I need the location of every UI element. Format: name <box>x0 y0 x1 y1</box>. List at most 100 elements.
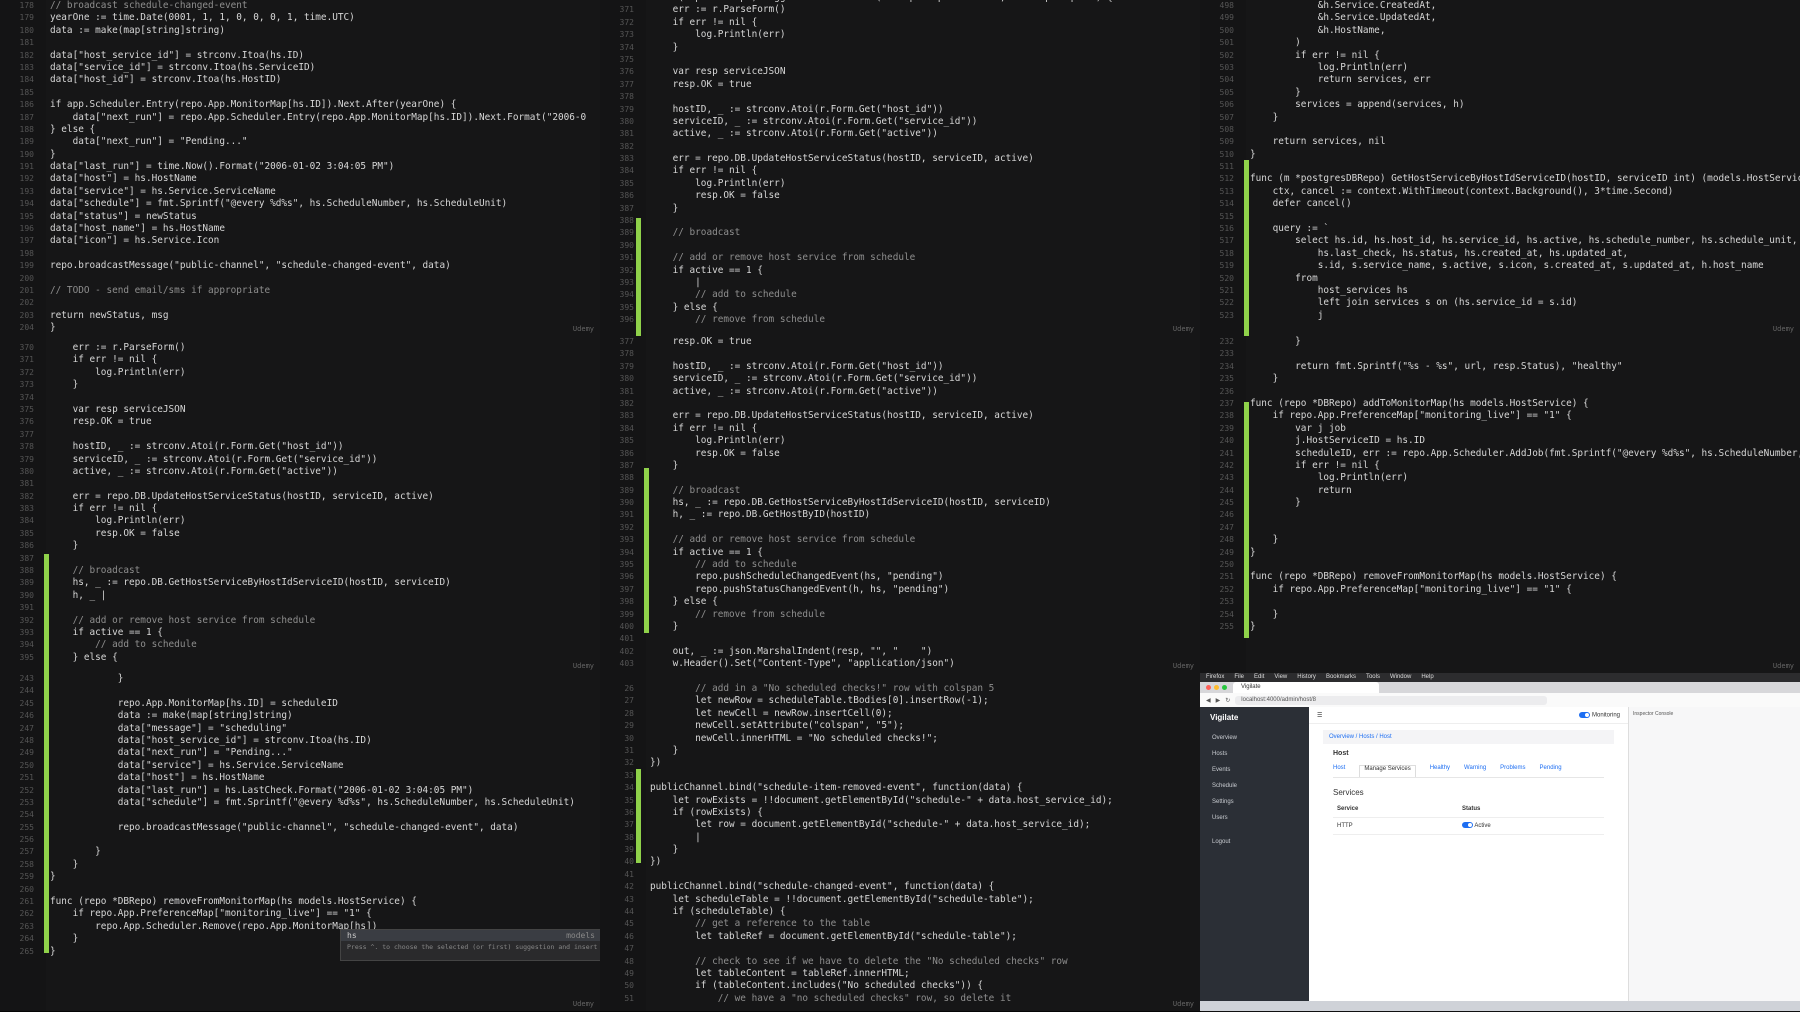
editor-pane-middle-left[interactable]: 370 err := r.ParseForm() 371 if err != ni… <box>0 336 601 674</box>
code-text[interactable]: if err != nil { <box>1250 50 1380 61</box>
code-lines[interactable]: 178// broadcast schedule-changed-event 17… <box>0 0 600 335</box>
code-line[interactable]: 247 data["message"] = "scheduling" <box>0 723 600 735</box>
code-line[interactable]: 385 log.Println(err) <box>600 435 1200 447</box>
code-text[interactable]: scheduleID, err := repo.App.Scheduler.Ad… <box>1250 448 1800 459</box>
code-line[interactable]: 380 serviceID, _ := strconv.Atoi(r.Form.… <box>600 373 1200 385</box>
code-text[interactable]: // broadcast <box>50 565 141 576</box>
code-line[interactable]: 382 <box>600 398 1200 410</box>
editor-pane-top-right[interactable]: 498 &h.Service.CreatedAt, 499 &h.Service.… <box>1200 0 1800 337</box>
code-line[interactable]: 378 hostID, _ := strconv.Atoi(r.Form.Get… <box>0 441 600 453</box>
code-line[interactable]: 44 if (scheduleTable) { <box>600 906 1200 918</box>
menu-icon[interactable]: ☰ <box>1317 712 1322 719</box>
code-line[interactable]: 371 if err != nil { <box>0 354 600 366</box>
code-text[interactable]: if err != nil { <box>650 165 758 176</box>
code-text[interactable]: host_services hs <box>1250 285 1408 296</box>
code-text[interactable]: query := ` <box>1250 223 1329 234</box>
code-text[interactable]: err = repo.DB.UpdateHostServiceStatus(ho… <box>50 491 434 502</box>
code-text[interactable]: // we have a "no scheduled checks" row, … <box>650 993 1012 1004</box>
code-text[interactable]: } <box>1250 497 1301 508</box>
code-line[interactable]: 396 // remove from schedule <box>600 314 1200 326</box>
code-line[interactable]: 522 left join services s on (hs.service_… <box>1200 297 1800 309</box>
tab-host[interactable]: Host <box>1333 765 1345 777</box>
code-text[interactable]: j <box>1250 310 1324 321</box>
code-text[interactable]: } else { <box>50 124 95 135</box>
code-line[interactable]: 385 log.Println(err) <box>600 178 1200 190</box>
code-text[interactable]: repo.App.MonitorMap[hs.ID] = scheduleID <box>50 698 338 709</box>
code-line[interactable]: 398 } else { <box>600 596 1200 608</box>
code-line[interactable]: 387 } <box>600 203 1200 215</box>
code-line[interactable]: 395 // add to schedule <box>600 559 1200 571</box>
code-line[interactable]: 255} <box>1200 621 1800 633</box>
sidebar-item-schedule[interactable]: Schedule <box>1200 778 1309 794</box>
code-line[interactable]: 381 active, _ := strconv.Atoi(r.Form.Get… <box>600 386 1200 398</box>
code-text[interactable]: return services, nil <box>1250 136 1386 147</box>
code-text[interactable]: } <box>50 846 101 857</box>
code-line[interactable]: 400 } <box>600 621 1200 633</box>
code-text[interactable]: log.Println(err) <box>650 435 785 446</box>
tab-healthy[interactable]: Healthy <box>1430 765 1450 777</box>
code-lines[interactable]: 232 } 233 234 return fmt.Sprintf("%s - %s"… <box>1200 336 1800 633</box>
sidebar-item-settings[interactable]: Settings <box>1200 794 1309 810</box>
code-text[interactable]: var resp serviceJSON <box>650 66 786 77</box>
code-lines[interactable]: 243 } 244 245 repo.App.MonitorMap[hs.ID] =… <box>0 673 600 958</box>
code-line[interactable]: 258 } <box>0 859 600 871</box>
code-line[interactable]: 256 <box>0 834 600 846</box>
code-text[interactable]: var resp serviceJSON <box>50 404 186 415</box>
code-line[interactable]: 260 <box>0 884 600 896</box>
code-line[interactable]: 31 } <box>600 745 1200 757</box>
code-text[interactable]: hostID, _ := strconv.Atoi(r.Form.Get("ho… <box>650 361 944 372</box>
code-text[interactable]: data["message"] = "scheduling" <box>50 723 287 734</box>
code-line[interactable]: 370 err := r.ParseForm() <box>0 342 600 354</box>
code-line[interactable]: 180 data := make(map[string]string) <box>0 25 600 37</box>
code-line[interactable]: 506 services = append(services, h) <box>1200 99 1800 111</box>
code-text[interactable]: } <box>650 844 679 855</box>
code-line[interactable]: 376 resp.OK = true <box>0 416 600 428</box>
code-text[interactable]: data["icon"] = hs.Service.Icon <box>50 235 219 246</box>
menu-item[interactable]: Help <box>1421 673 1433 682</box>
code-line[interactable]: 40}) <box>600 856 1200 868</box>
code-text[interactable]: return <box>1250 485 1352 496</box>
sidebar-item-logout[interactable]: Logout <box>1200 834 1309 850</box>
code-text[interactable]: // add to schedule <box>50 639 197 650</box>
code-line[interactable]: 498 &h.Service.CreatedAt, <box>1200 0 1800 12</box>
code-text[interactable]: repo.pushScheduleChangedEvent(hs, "pendi… <box>650 571 943 582</box>
code-lines[interactable]: 26 // add in a "No scheduled checks!" ro… <box>600 683 1200 1005</box>
code-line[interactable]: 186 if app.Scheduler.Entry(repo.App.Monit… <box>0 99 600 111</box>
code-line[interactable]: 389 // broadcast <box>600 485 1200 497</box>
code-line[interactable]: 393 // add or remove host service from s… <box>600 534 1200 546</box>
code-line[interactable]: 391 // add or remove host service from s… <box>600 252 1200 264</box>
code-line[interactable]: 187 data["next_run"] = repo.App.Schedule… <box>0 112 600 124</box>
code-text[interactable]: log.Println(err) <box>650 29 785 40</box>
code-line[interactable]: 240 j.HostServiceID = hs.ID <box>1200 435 1800 447</box>
forward-icon[interactable]: ▶ <box>1216 697 1221 704</box>
code-line[interactable]: 394 // add to schedule <box>0 639 600 651</box>
code-text[interactable]: if (scheduleTable) { <box>650 906 786 917</box>
code-line[interactable]: 519 s.id, s.service_name, s.active, s.ic… <box>1200 260 1800 272</box>
code-text[interactable]: data["last_run"] = time.Now().Format("20… <box>50 161 394 172</box>
code-text[interactable]: repo.broadcastMessage("public-channel", … <box>50 260 451 271</box>
code-line[interactable]: 503 log.Println(err) <box>1200 62 1800 74</box>
code-line[interactable]: 190} <box>0 149 600 161</box>
code-text[interactable]: } <box>1250 373 1279 384</box>
code-text[interactable]: let newCell = newRow.insertCell(0); <box>650 708 893 719</box>
code-line[interactable]: 236 <box>1200 386 1800 398</box>
code-text[interactable]: if active == 1 { <box>50 627 163 638</box>
code-line[interactable]: 499 &h.Service.UpdatedAt, <box>1200 12 1800 24</box>
code-text[interactable]: resp.OK = true <box>650 79 752 90</box>
code-text[interactable]: from <box>1250 273 1318 284</box>
editor-pane-middle-middle[interactable]: 377 resp.OK = true 378 379 hostID, _ := st… <box>600 336 1201 674</box>
code-text[interactable]: resp.OK = true <box>50 416 152 427</box>
code-line[interactable]: 382 <box>600 141 1200 153</box>
code-line[interactable]: 234 return fmt.Sprintf("%s - %s", url, r… <box>1200 361 1800 373</box>
code-line[interactable]: 37 let row = document.getElementById("sc… <box>600 819 1200 831</box>
code-text[interactable]: } <box>1250 534 1279 545</box>
sidebar-item-users[interactable]: Users <box>1200 810 1309 826</box>
code-line[interactable]: 252 data["last_run"] = hs.LastCheck.Form… <box>0 785 600 797</box>
code-line[interactable]: 238 if repo.App.PreferenceMap["monitorin… <box>1200 410 1800 422</box>
code-text[interactable]: yearOne := time.Date(0001, 1, 1, 0, 0, 0… <box>50 12 355 23</box>
breadcrumb[interactable]: Overview / Hosts / Host <box>1323 730 1614 744</box>
code-text[interactable]: } <box>1250 87 1301 98</box>
menu-item[interactable]: View <box>1274 673 1287 682</box>
code-line[interactable]: 510} <box>1200 149 1800 161</box>
code-line[interactable]: 372 if err != nil { <box>600 17 1200 29</box>
